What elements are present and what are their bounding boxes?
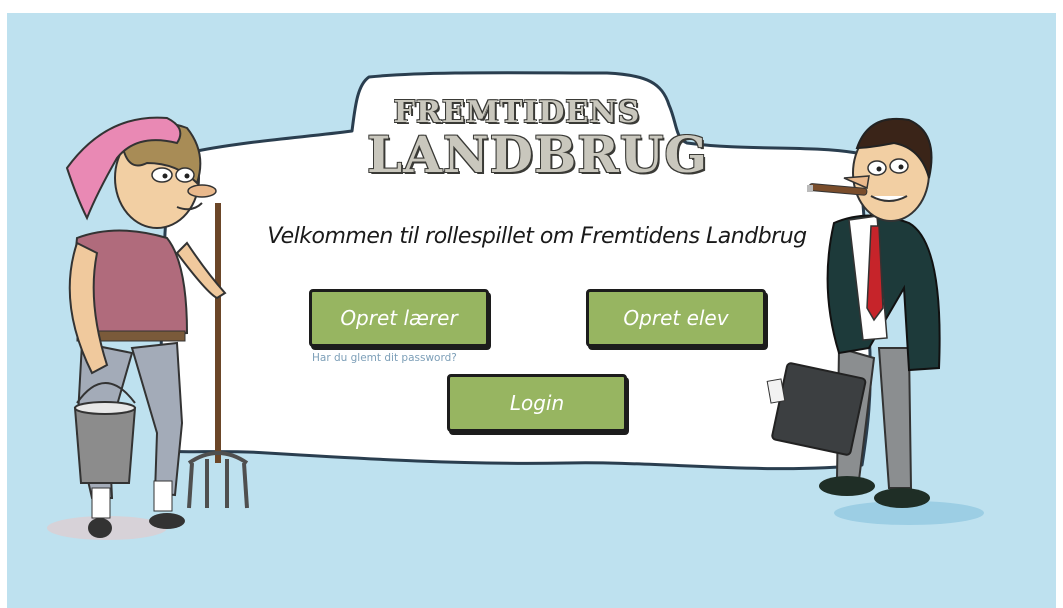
create-teacher-button[interactable]: Opret lærer [309,289,489,347]
farmer-woman-illustration [47,116,249,540]
businessman-illustration [766,117,984,525]
logo: FREMTIDENS LANDBRUG [367,97,709,184]
page-background: FREMTIDENS LANDBRUG Velkommen til rolles… [7,13,1056,608]
create-student-button[interactable]: Opret elev [586,289,766,347]
logo-line-2: LANDBRUG [367,125,709,184]
welcome-heading: Velkommen til rollespillet om Fremtidens… [267,224,807,249]
forgot-password-link[interactable]: Har du glemt dit password? [312,352,457,364]
login-button[interactable]: Login [447,374,627,432]
